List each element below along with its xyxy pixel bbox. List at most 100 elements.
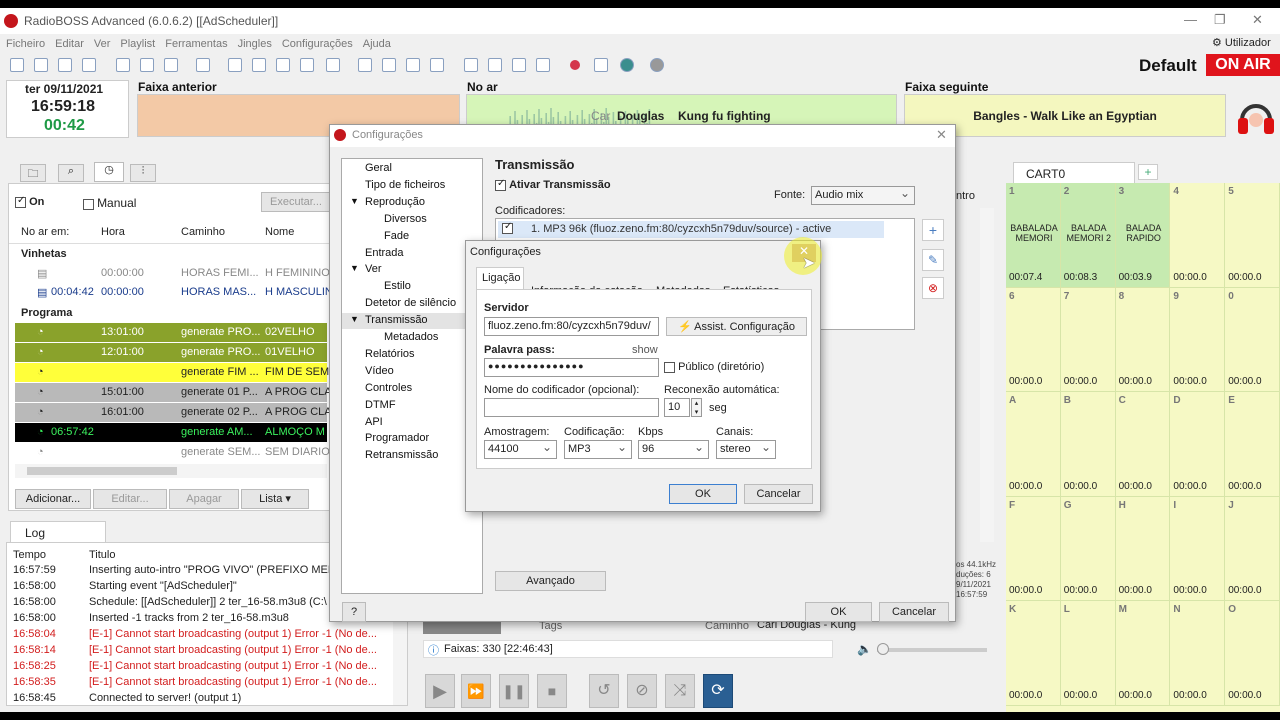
copy-icon[interactable]	[140, 58, 154, 72]
codec-select[interactable]: MP3	[564, 440, 632, 459]
cart-cell[interactable]: G 00:00.0	[1060, 496, 1116, 601]
settings-cancel-button[interactable]: Cancelar	[879, 602, 949, 622]
pause-button[interactable]: ❚❚	[499, 674, 529, 708]
execute-button[interactable]: Executar...	[261, 192, 331, 212]
tree-item[interactable]: Controles	[365, 382, 412, 394]
scheduler-row[interactable]: ◔ 16:01:00 generate 02 P... A PROG CLA	[15, 403, 329, 422]
volume-icon[interactable]: 🔈	[857, 642, 872, 656]
view1-icon[interactable]	[228, 58, 242, 72]
block-button[interactable]: ⊘	[627, 674, 657, 708]
gear-icon[interactable]	[650, 58, 664, 72]
scheduler-row[interactable]: ◔ generate FIM ... FIM DE SEM	[15, 363, 329, 382]
new-icon[interactable]	[10, 58, 24, 72]
tool2-icon[interactable]	[382, 58, 396, 72]
cart-cell[interactable]: M 00:00.0	[1115, 601, 1171, 706]
log-col-title[interactable]: Titulo	[89, 549, 116, 561]
encoder-item[interactable]: 1. MP3 96k (fluoz.zeno.fm:80/cyzcxh5n79d…	[498, 221, 884, 238]
cart-cell[interactable]: H 00:00.0	[1115, 496, 1171, 601]
encoder-name-input[interactable]	[484, 398, 659, 417]
cart-cell[interactable]: N 00:00.0	[1170, 601, 1226, 706]
encoder-ok-button[interactable]: OK	[669, 484, 737, 504]
cart-cell[interactable]: 0 00:00.0	[1225, 287, 1280, 392]
cart-cell[interactable]: 3 BALADA RAPIDO 00:03.9	[1115, 183, 1171, 288]
save-as-icon[interactable]	[82, 58, 96, 72]
tree-item[interactable]: Diversos	[384, 213, 427, 225]
password-input[interactable]: ●●●●●●●●●●●●●●●	[484, 358, 659, 377]
settings-ok-button[interactable]: OK	[805, 602, 872, 622]
record-icon[interactable]	[570, 60, 580, 70]
cart-cell[interactable]: K 00:00.0	[1006, 601, 1061, 706]
add-cart-tab-icon[interactable]: +	[1138, 164, 1158, 180]
kbps-select[interactable]: 96	[638, 440, 709, 459]
stream-icon[interactable]	[536, 58, 550, 72]
folder-tab-icon[interactable]: 🗀	[20, 164, 46, 182]
tree-item[interactable]: Fade	[384, 230, 409, 242]
menu-ficheiro[interactable]: Ficheiro	[6, 38, 45, 50]
view2-icon[interactable]	[252, 58, 266, 72]
view3-icon[interactable]	[276, 58, 290, 72]
volume-slider[interactable]	[877, 643, 987, 655]
menu-configuracoes[interactable]: Configurações	[282, 38, 353, 50]
tree-expand-icon[interactable]: ▼	[350, 314, 359, 324]
add-button[interactable]: Adicionar...	[15, 489, 91, 509]
encoder-cancel-button[interactable]: Cancelar	[744, 484, 813, 504]
view4-icon[interactable]	[300, 58, 314, 72]
shuffle-button[interactable]: ⤨	[665, 674, 695, 708]
stop-button[interactable]: ■	[537, 674, 567, 708]
undo-icon[interactable]	[196, 58, 210, 72]
tree-expand-icon[interactable]: ▼	[350, 263, 359, 273]
view5-icon[interactable]	[326, 58, 340, 72]
cart-cell[interactable]: 5 00:00.0	[1225, 183, 1280, 288]
play-button[interactable]: ▶	[425, 674, 455, 708]
cart-cell[interactable]: 1 BABALADA MEMORI 00:07.4	[1006, 183, 1061, 288]
tree-item[interactable]: Estilo	[384, 280, 411, 292]
cart-cell[interactable]: 6 00:00.0	[1006, 287, 1061, 392]
auto-button[interactable]: ⟳	[703, 674, 733, 708]
col-hora[interactable]: Hora	[101, 226, 125, 238]
playlist-vscroll[interactable]	[980, 208, 994, 542]
cart-cell[interactable]: O 00:00.0	[1225, 601, 1280, 706]
on-checkbox[interactable]: On	[15, 195, 44, 208]
tree-expand-icon[interactable]: ▼	[350, 196, 359, 206]
public-checkbox[interactable]: Público (diretório)	[664, 361, 764, 373]
tree-item[interactable]: Programador	[365, 432, 429, 444]
stats-icon[interactable]	[594, 58, 608, 72]
settings-help-button[interactable]: ?	[342, 602, 366, 622]
search-tab-icon[interactable]: ⌕	[58, 164, 84, 182]
cart-cell[interactable]: 8 00:00.0	[1115, 287, 1171, 392]
scheduler-row[interactable]: ◔ 06:57:42 generate AM... ALMOÇO M	[15, 423, 327, 442]
next-button[interactable]: ⏩	[461, 674, 491, 708]
col-no-ar[interactable]: No ar em:	[21, 226, 69, 238]
tool4-icon[interactable]	[430, 58, 444, 72]
menu-ajuda[interactable]: Ajuda	[363, 38, 391, 50]
cart-tab[interactable]: CART0	[1013, 162, 1135, 184]
volume-thumb[interactable]	[877, 643, 889, 655]
cart-cell[interactable]: 4 00:00.0	[1170, 183, 1226, 288]
menu-playlist[interactable]: Playlist	[120, 38, 155, 50]
assist-config-button[interactable]: ⚡ Assist. Configuração	[666, 317, 807, 336]
encoder-item-checkbox[interactable]	[502, 221, 513, 234]
minimize-icon[interactable]: —	[1184, 12, 1197, 27]
tree-item[interactable]: Geral	[365, 162, 392, 174]
scheduler-row[interactable]: ◔ 13:01:00 generate PRO... 02VELHO	[15, 323, 327, 342]
tree-item[interactable]: Entrada	[365, 247, 404, 259]
scheduler-row[interactable]: ▤ 00:04:42 00:00:00 HORAS MAS... H MASCULIN	[15, 283, 329, 302]
tab-ligacao[interactable]: Ligação	[476, 267, 524, 289]
folder-star-icon[interactable]	[488, 58, 502, 72]
tree-item[interactable]: Ver	[365, 263, 382, 275]
scheduler-tab-icon[interactable]: ◷	[94, 162, 124, 182]
reconnect-input[interactable]: 10	[664, 398, 690, 417]
log-col-time[interactable]: Tempo	[13, 549, 46, 561]
menu-ver[interactable]: Ver	[94, 38, 111, 50]
cut-icon[interactable]	[116, 58, 130, 72]
save-icon[interactable]	[58, 58, 72, 72]
sample-rate-select[interactable]: 44100	[484, 440, 557, 459]
col-caminho[interactable]: Caminho	[181, 226, 225, 238]
maximize-icon[interactable]: ❐	[1214, 12, 1226, 28]
tree-item[interactable]: Retransmissão	[365, 449, 438, 461]
horizontal-scrollbar[interactable]	[15, 464, 327, 478]
menu-editar[interactable]: Editar	[55, 38, 84, 50]
music-icon[interactable]	[464, 58, 478, 72]
tree-item[interactable]: API	[365, 416, 383, 428]
tree-item[interactable]: Vídeo	[365, 365, 394, 377]
